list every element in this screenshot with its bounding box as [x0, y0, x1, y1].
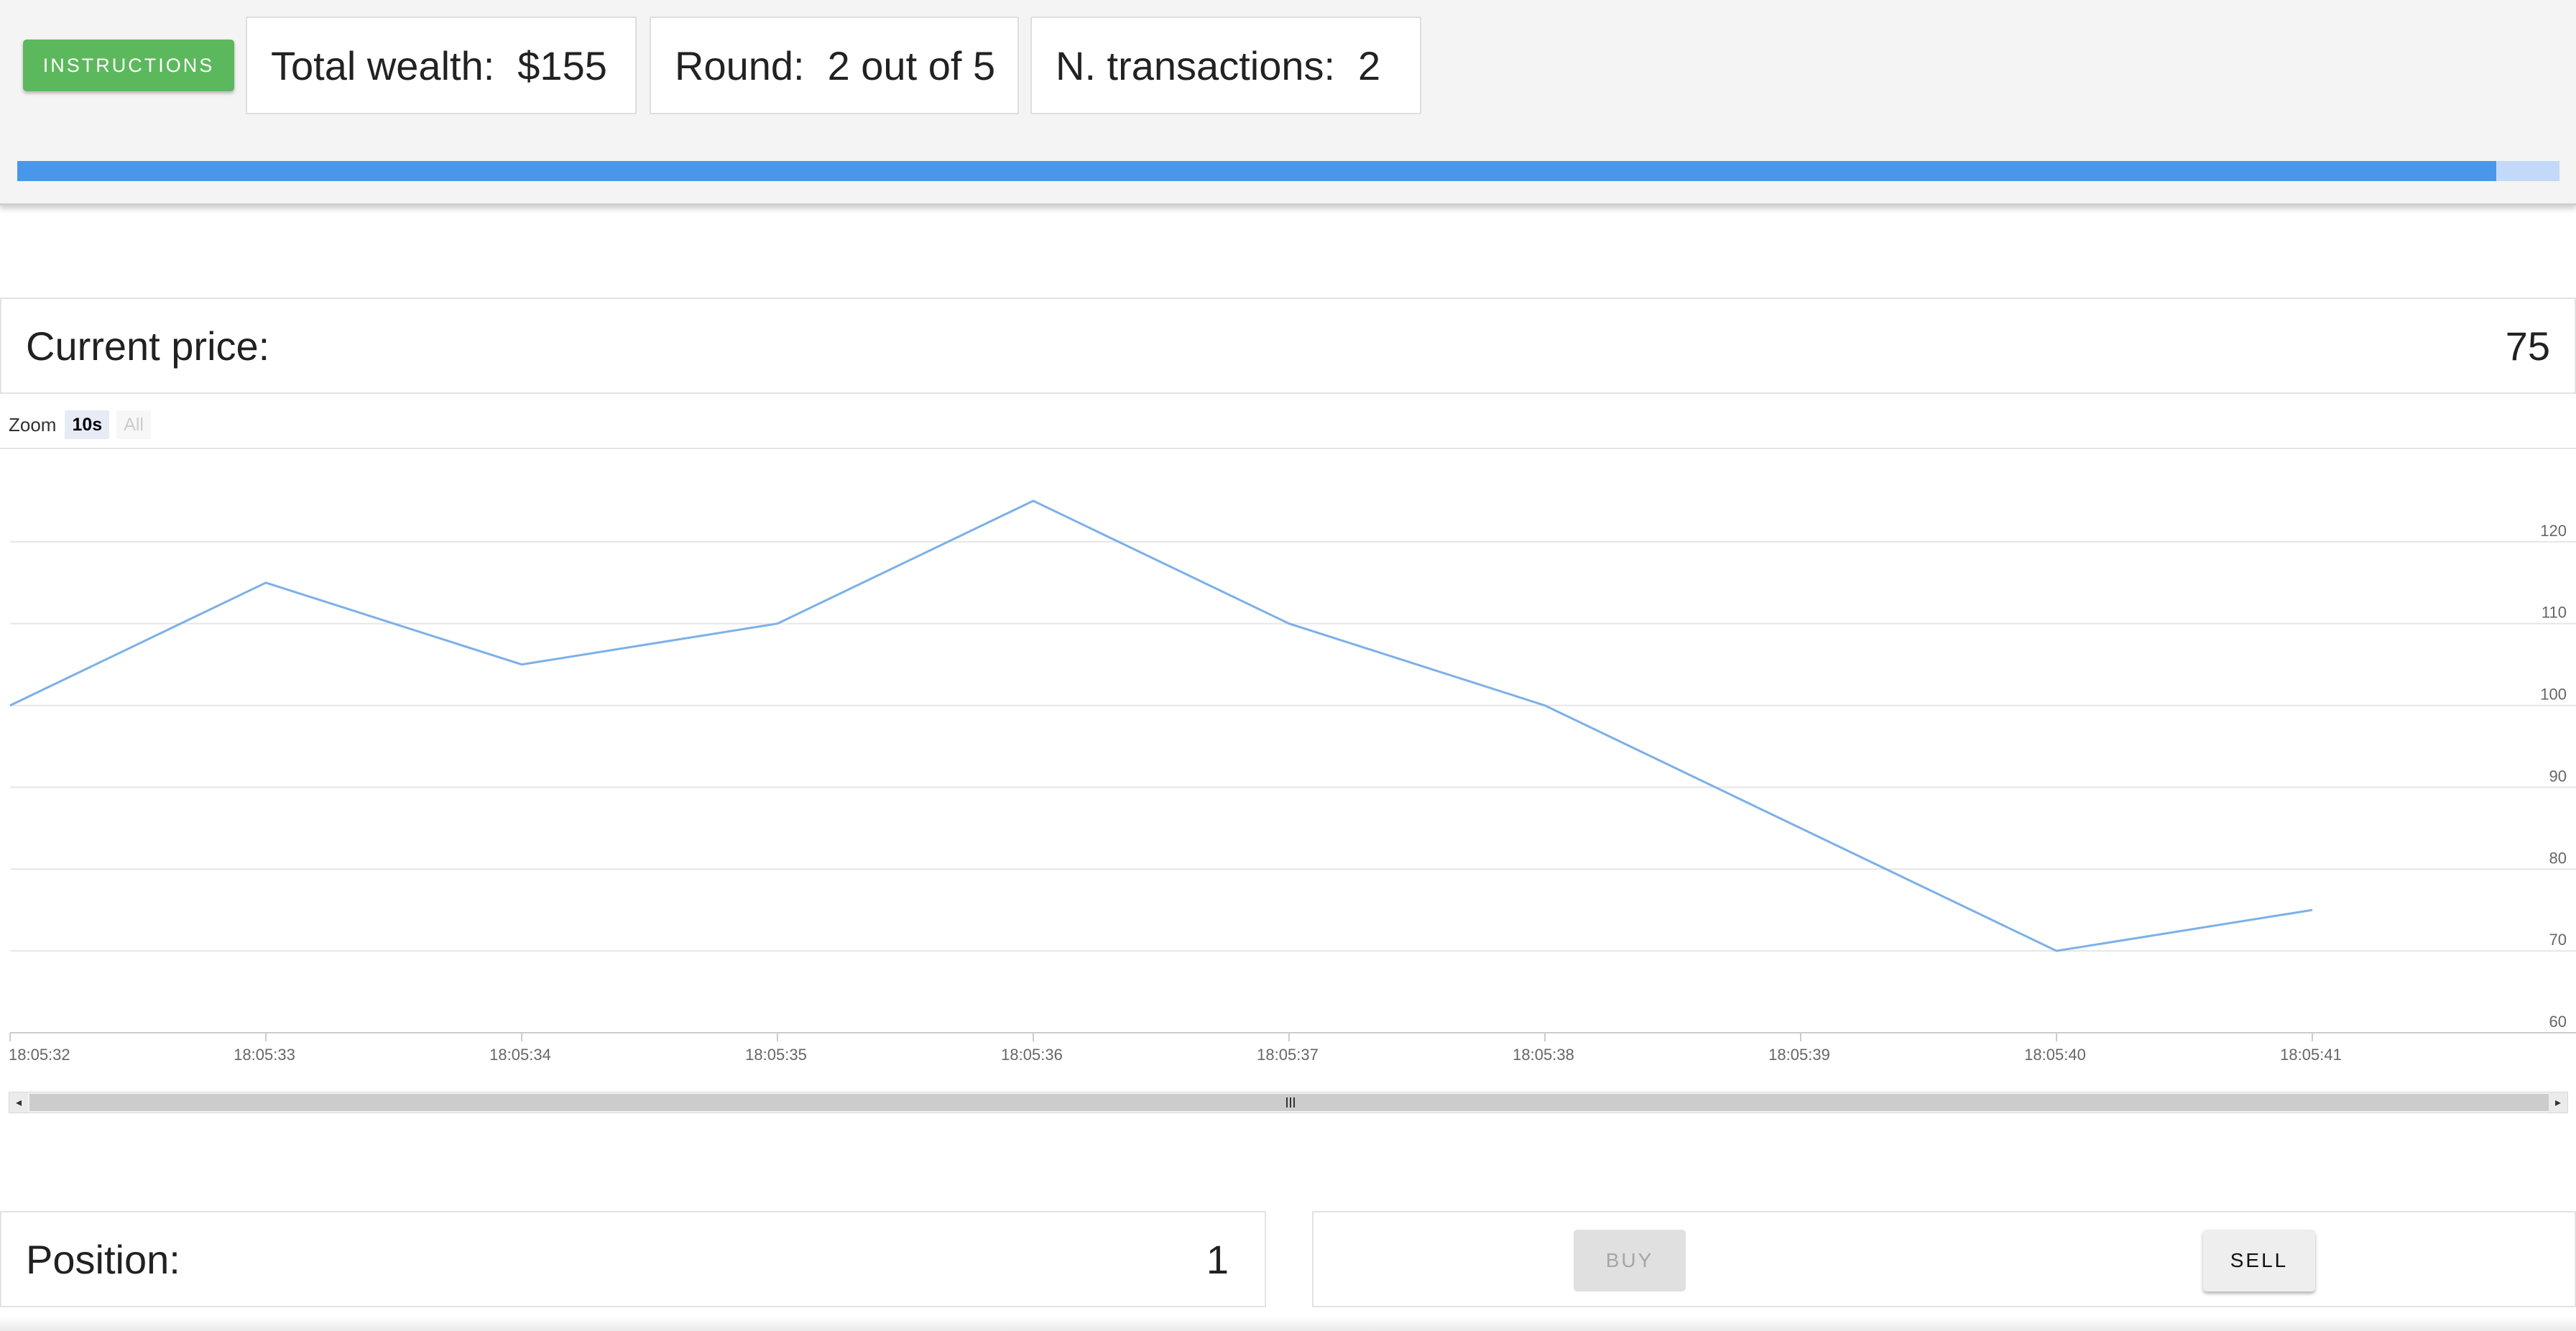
current-price-value: 75 [2505, 323, 2550, 369]
price-point [2056, 950, 2057, 952]
x-tick-label: 18:05:32 [9, 1046, 70, 1064]
price-point [265, 582, 267, 584]
price-point [1544, 705, 1546, 706]
y-tick-label: 110 [2542, 604, 2567, 622]
y-tick-label: 120 [2540, 522, 2567, 540]
current-price-panel: Current price: 75 [0, 298, 2576, 394]
top-bar: INSTRUCTIONS Total wealth: $155 Round: 2… [0, 0, 2576, 206]
price-point [1033, 500, 1034, 502]
price-series-line [9, 499, 2313, 952]
y-tick-label: 100 [2540, 686, 2567, 704]
x-tick-label: 18:05:39 [1768, 1046, 1830, 1064]
y-tick-label: 70 [2549, 931, 2567, 949]
zoom-all-button[interactable]: All [116, 410, 151, 439]
x-tick-label: 18:05:33 [234, 1046, 295, 1064]
x-tick-label: 18:05:41 [2280, 1046, 2342, 1064]
position-label: Position: [26, 1236, 180, 1282]
scroll-left-icon[interactable]: ◂ [9, 1092, 28, 1113]
transactions-card: N. transactions: 2 [1030, 17, 1421, 114]
x-tick-label: 18:05:36 [1001, 1046, 1063, 1064]
wealth-label: Total wealth: [271, 42, 495, 88]
zoom-label: Zoom [9, 413, 57, 436]
round-label: Round: [675, 42, 805, 88]
wealth-card: Total wealth: $155 [246, 17, 637, 114]
price-point [2312, 909, 2313, 911]
round-progress-bar [17, 161, 2559, 181]
trade-panel: BUY SELL [1312, 1211, 2576, 1307]
position-panel: Position: 1 [0, 1211, 1266, 1307]
buy-button[interactable]: BUY [1574, 1230, 1686, 1291]
x-tick-label: 18:05:34 [489, 1046, 551, 1064]
grip-icon [1286, 1097, 1295, 1107]
x-tick-label: 18:05:40 [2024, 1046, 2086, 1064]
current-price-label: Current price: [26, 323, 270, 369]
zoom-10s-button[interactable]: 10s [65, 410, 110, 439]
round-value: 2 out of 5 [827, 42, 996, 88]
x-tick-label: 18:05:38 [1513, 1046, 1574, 1064]
price-point [1288, 623, 1290, 625]
round-card: Round: 2 out of 5 [650, 17, 1019, 114]
zoom-controls: Zoom 10s All [9, 410, 158, 439]
round-progress-fill [17, 161, 2496, 181]
transactions-label: N. transactions: [1056, 42, 1336, 88]
chart-navigator-scrollbar[interactable]: ◂ ▸ [9, 1092, 2568, 1113]
wealth-value: $155 [517, 42, 607, 88]
y-tick-label: 80 [2549, 849, 2567, 867]
scroll-right-icon[interactable]: ▸ [2549, 1092, 2567, 1113]
y-tick-label: 60 [2549, 1013, 2567, 1031]
y-tick-label: 90 [2549, 767, 2567, 785]
scroll-thumb[interactable] [29, 1094, 2552, 1111]
instructions-button[interactable]: INSTRUCTIONS [23, 40, 234, 91]
price-chart: 60 70 80 90 100 110 120 18:05:32 18:05:33 18:05:3… [0, 448, 2576, 1064]
position-value: 1 [1206, 1236, 1229, 1282]
price-point [777, 623, 778, 625]
bottom-edge [0, 1317, 2576, 1331]
price-point [9, 705, 11, 706]
x-tick-label: 18:05:35 [745, 1046, 807, 1064]
x-tick-label: 18:05:37 [1257, 1046, 1319, 1064]
sell-button[interactable]: SELL [2203, 1230, 2315, 1291]
transactions-value: 2 [1358, 42, 1381, 88]
